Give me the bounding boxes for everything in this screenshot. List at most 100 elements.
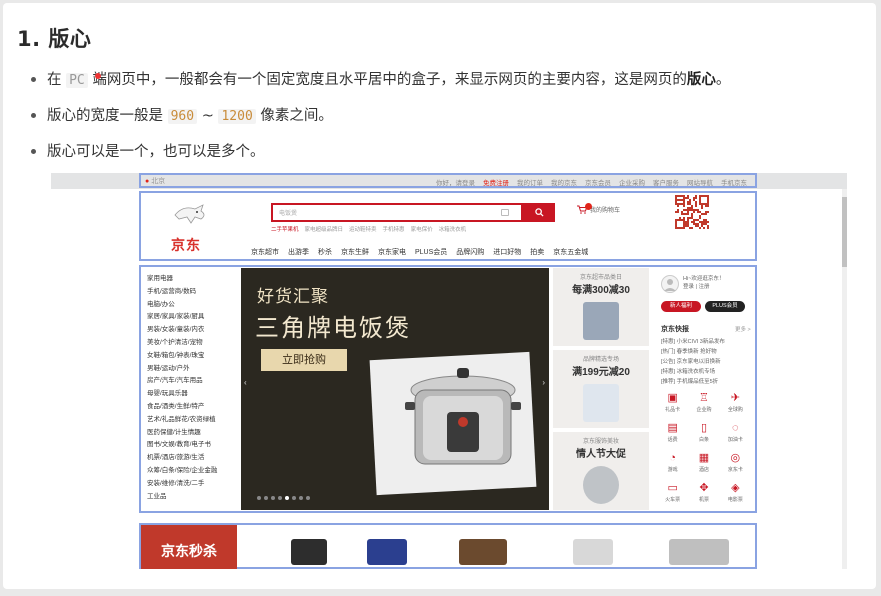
topbar-link[interactable]: 手机京东 (721, 177, 747, 187)
banner-dot[interactable] (264, 496, 268, 500)
category-item[interactable]: 房产/汽车/汽车用品 (147, 375, 217, 388)
search-input[interactable]: 电饭煲 (271, 203, 523, 222)
plus-member-button[interactable]: PLUS会员 (705, 301, 745, 312)
jd-logo-text[interactable]: 京东 (171, 235, 201, 255)
category-item[interactable]: 家居/家具/家装/厨具 (147, 311, 217, 324)
service-item[interactable]: ▣ 礼品卡 (657, 391, 688, 418)
screenshot-scrollbar[interactable] (842, 189, 847, 569)
topbar-link[interactable]: 我的京东 (551, 177, 577, 187)
service-item[interactable]: ✥ 机票 (688, 481, 719, 508)
topbar-link[interactable]: 客户服务 (653, 177, 679, 187)
main-nav-item[interactable]: 京东五金城 (553, 247, 588, 257)
hotword-link[interactable]: 二手苹果机 (271, 225, 299, 233)
service-item[interactable]: ◌ 加油卡 (720, 421, 751, 448)
topbar-link[interactable]: 网站导航 (687, 177, 713, 187)
news-item[interactable]: [特惠] 小米CIVI 3新品发布 (661, 337, 725, 347)
news-item[interactable]: [公告] 京东家电以旧换新 (661, 357, 725, 367)
main-nav-item[interactable]: PLUS会员 (415, 247, 447, 257)
hotword-link[interactable]: 家电超级品牌日 (305, 225, 344, 233)
promo-card-1[interactable]: 京东超市品类日 每满300减30 (553, 268, 649, 346)
main-nav-item[interactable]: 京东家电 (378, 247, 406, 257)
service-item[interactable]: ◎ 京东卡 (720, 451, 751, 478)
news-item[interactable]: [推荐] 手机爆品低至5折 (661, 377, 725, 387)
service-icon: ◈ (731, 482, 740, 494)
service-item[interactable]: ✈ 全球购 (720, 391, 751, 418)
main-nav-item[interactable]: 京东生鲜 (341, 247, 369, 257)
main-nav-item[interactable]: 进口好物 (493, 247, 521, 257)
seckill-product-image[interactable] (367, 539, 407, 565)
category-item[interactable]: 医药保健/计生情趣 (147, 427, 217, 440)
location-label[interactable]: ● 北京 (145, 176, 165, 186)
topbar-link[interactable]: 京东会员 (585, 177, 611, 187)
main-nav-item[interactable]: 拍卖 (530, 247, 544, 257)
main-nav-item[interactable]: 品牌闪购 (456, 247, 484, 257)
banner-dot[interactable] (306, 496, 310, 500)
category-item[interactable]: 电脑/办公 (147, 299, 217, 312)
category-item[interactable]: 男鞋/运动/户外 (147, 363, 217, 376)
hotword-link[interactable]: 运动鞋特卖 (349, 225, 377, 233)
seckill-product-image[interactable] (573, 539, 613, 565)
topbar-link[interactable]: 免费注册 (483, 177, 509, 187)
category-item[interactable]: 工业品 (147, 491, 217, 504)
seckill-product-image[interactable] (291, 539, 327, 565)
category-item[interactable]: 机票/酒店/旅游/生活 (147, 452, 217, 465)
promo-card-2[interactable]: 品牌精选专场 满199元减20 (553, 350, 649, 428)
service-item[interactable]: ♖ 企业购 (688, 391, 719, 418)
qr-module (693, 211, 695, 213)
hotword-link[interactable]: 家电保价 (411, 225, 433, 233)
main-nav: 京东超市 出游季 秒杀 京东生鲜 京东家电 PLUS会员 品牌闪购 进口好物 拍卖 京东五金城 (251, 247, 588, 257)
topbar-link[interactable]: 你好，请登录 (436, 177, 475, 187)
category-item[interactable]: 众筹/白条/保险/企业金融 (147, 465, 217, 478)
newcomer-button[interactable]: 新人福利 (661, 301, 701, 312)
banner-dot[interactable] (292, 496, 296, 500)
search-button[interactable] (523, 203, 555, 222)
promo-card-3[interactable]: 京东服饰美妆 情人节大促 (553, 432, 649, 510)
camera-icon[interactable] (501, 209, 509, 216)
service-item[interactable]: ◈ 电影票 (720, 481, 751, 508)
service-item[interactable]: ▯ 白条 (688, 421, 719, 448)
banner-dot-active[interactable] (285, 496, 289, 500)
service-item[interactable]: ▤ 话费 (657, 421, 688, 448)
qr-module (705, 203, 707, 205)
seckill-product-image[interactable] (669, 539, 729, 565)
news-item[interactable]: [特惠] 冰箱洗衣机专场 (661, 367, 725, 377)
category-item[interactable]: 女鞋/箱包/钟表/珠宝 (147, 350, 217, 363)
qr-module (681, 195, 683, 197)
hotword-link[interactable]: 冰箱洗衣机 (439, 225, 467, 233)
banner-dot[interactable] (278, 496, 282, 500)
qr-module (683, 203, 685, 205)
topbar-link[interactable]: 企业采购 (619, 177, 645, 187)
category-item[interactable]: 家用电器 (147, 273, 217, 286)
category-item[interactable]: 食品/酒类/生鲜/特产 (147, 401, 217, 414)
service-item[interactable]: ◔ 游戏 (657, 451, 688, 478)
category-item[interactable]: 母婴/玩具乐器 (147, 388, 217, 401)
qr-module (677, 195, 679, 197)
category-item[interactable]: 图书/文娱/教育/电子书 (147, 439, 217, 452)
category-item[interactable]: 男装/女装/童装/内衣 (147, 324, 217, 337)
hero-banner[interactable]: 好货汇聚 三角牌电饭煲 立即抢购 ‹ › (241, 268, 549, 510)
hotword-link[interactable]: 手机特惠 (383, 225, 405, 233)
banner-dot[interactable] (271, 496, 275, 500)
service-item[interactable]: ▭ 火车票 (657, 481, 688, 508)
main-nav-item[interactable]: 京东超市 (251, 247, 279, 257)
banner-next-icon[interactable]: › (542, 378, 545, 387)
banner-dot[interactable] (257, 496, 261, 500)
category-item[interactable]: 艺术/礼品鲜花/农资绿植 (147, 414, 217, 427)
news-item[interactable]: [热门] 春季焕新 抢好物 (661, 347, 725, 357)
main-nav-item[interactable]: 秒杀 (318, 247, 332, 257)
seckill-product-image[interactable] (459, 539, 507, 565)
banner-prev-icon[interactable]: ‹ (244, 378, 247, 387)
category-item[interactable]: 安装/维修/清洗/二手 (147, 478, 217, 491)
banner-dot[interactable] (299, 496, 303, 500)
topbar-link[interactable]: 我的订单 (517, 177, 543, 187)
banner-buy-button[interactable]: 立即抢购 (261, 349, 347, 371)
login-link[interactable]: 登录 | 注册 (683, 283, 724, 291)
cart-button[interactable]: 我的购物车 (577, 205, 620, 214)
main-nav-item[interactable]: 出游季 (288, 247, 309, 257)
seckill-label[interactable]: 京东秒杀 (141, 525, 237, 569)
news-more-link[interactable]: 更多 > (735, 325, 751, 333)
category-item[interactable]: 美妆/个护清洁/宠物 (147, 337, 217, 350)
category-item[interactable]: 手机/运营商/数码 (147, 286, 217, 299)
scrollbar-thumb[interactable] (842, 197, 847, 267)
service-item[interactable]: ▦ 酒店 (688, 451, 719, 478)
